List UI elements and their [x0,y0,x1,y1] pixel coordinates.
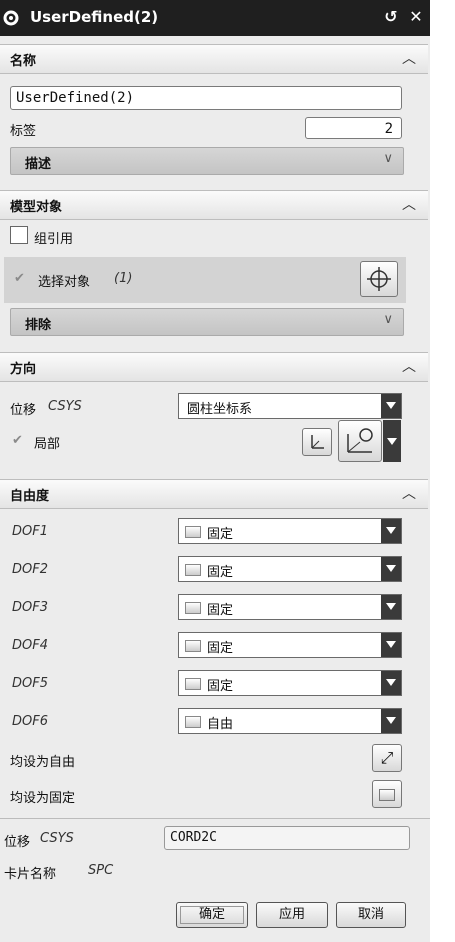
cancel-button-label: 取消 [357,907,384,922]
description-label: 描述 [25,157,52,172]
select-object-row[interactable]: ✔ 选择对象 (1) [4,257,406,303]
dropdown-arrow-icon[interactable] [381,671,401,695]
csys-dialog-button[interactable] [302,428,332,456]
section-header-direction[interactable]: 方向 ︿ [0,352,428,382]
csys-sub-label: CSYS [48,399,82,414]
section-header-model-object[interactable]: 模型对象 ︿ [0,190,428,220]
dof-select-value: 固定 [207,679,234,694]
footer-csys-label: 位移 [4,835,31,850]
dof-label: DOF1 [12,524,48,539]
section-title: 模型对象 [10,200,63,215]
dropdown-arrow-icon[interactable] [381,519,401,543]
csys-select-value: 圆柱坐标系 [187,402,253,417]
dof-select-value: 固定 [207,641,234,656]
card-name-value: SPC [88,863,114,878]
dof-select-value: 固定 [207,603,234,618]
dof-label: DOF3 [12,600,48,615]
dropdown-arrow-icon[interactable] [381,633,401,657]
chevron-down-icon: ∨ [383,312,393,327]
dof-select[interactable]: 固定 [178,632,402,658]
select-object-count: (1) [114,271,133,286]
dof-label: DOF2 [12,562,48,577]
all-free-label: 均设为自由 [10,755,76,770]
dialog: UserDefined(2) ↺ ✕ 名称 ︿ UserDefined(2) 标… [0,0,430,942]
close-icon[interactable]: ✕ [405,6,427,28]
cylindrical-csys-icon [347,428,373,453]
dof-select[interactable]: 固定 [178,670,402,696]
dropdown-arrow-icon[interactable] [381,595,401,619]
dof-select-value: 固定 [207,527,234,542]
section-header-name[interactable]: 名称 ︿ [0,44,428,74]
section-title: 名称 [10,54,37,69]
check-icon: ✔ [14,271,25,286]
cancel-button[interactable]: 取消 [336,902,406,928]
title-bar: UserDefined(2) ↺ ✕ [0,0,430,36]
tag-input[interactable]: 2 [305,117,402,139]
chevron-up-icon[interactable]: ︿ [398,356,420,376]
free-icon: ⤢ [380,748,394,767]
footer-csys-sub: CSYS [40,831,74,846]
dof-select[interactable]: 自由 [178,708,402,734]
window-title: UserDefined(2) [30,8,159,26]
section-header-dof[interactable]: 自由度 ︿ [0,479,428,509]
card-name-label: 卡片名称 [4,867,57,882]
free-icon [185,716,201,728]
fixed-icon [185,640,201,652]
check-icon: ✔ [12,433,23,448]
fixed-icon [185,678,201,690]
dof-select[interactable]: 固定 [178,556,402,582]
chevron-up-icon[interactable]: ︿ [398,483,420,503]
background-margin [430,0,455,942]
csys-label: 位移 [10,403,37,418]
dropdown-arrow-icon[interactable] [381,709,401,733]
chevron-up-icon[interactable]: ︿ [398,48,420,68]
dof-label: DOF4 [12,638,48,653]
chevron-up-icon[interactable]: ︿ [398,194,420,214]
dof-label: DOF5 [12,676,48,691]
dropdown-arrow-icon[interactable] [381,557,401,581]
dof-select-value: 自由 [207,717,234,732]
crosshair-icon [367,267,391,291]
group-ref-checkbox[interactable] [10,226,28,244]
description-toggle[interactable]: 描述 ∨ [10,147,404,175]
cylindrical-csys-button[interactable] [338,420,382,462]
gear-icon[interactable] [2,9,20,27]
dof-label: DOF6 [12,714,48,729]
exclude-label: 排除 [25,318,52,333]
dropdown-arrow-icon[interactable] [383,420,401,462]
all-fixed-button[interactable] [372,780,402,808]
dof-select[interactable]: 固定 [178,594,402,620]
ok-button-label: 确定 [180,906,244,924]
fixed-icon [185,526,201,538]
reset-icon[interactable]: ↺ [380,6,402,28]
csys-select[interactable]: 圆柱坐标系 [178,393,402,419]
select-crosshair-button[interactable] [360,261,398,297]
dof-select-value: 固定 [207,565,234,580]
csys-icon [311,435,324,449]
ok-button[interactable]: 确定 [176,902,248,928]
all-fixed-label: 均设为固定 [10,791,76,806]
exclude-toggle[interactable]: 排除 ∨ [10,308,404,336]
section-title: 自由度 [10,489,50,504]
local-label: 局部 [34,437,61,452]
group-ref-label: 组引用 [34,232,74,247]
dropdown-arrow-icon[interactable] [381,394,401,418]
section-title: 方向 [10,362,37,377]
all-free-button[interactable]: ⤢ [372,744,402,772]
fixed-icon [185,564,201,576]
fixed-icon [185,602,201,614]
dof-select[interactable]: 固定 [178,518,402,544]
apply-button-label: 应用 [278,907,305,922]
apply-button[interactable]: 应用 [256,902,328,928]
tag-label: 标签 [10,124,37,139]
chevron-down-icon: ∨ [383,151,393,166]
fixed-icon [379,789,395,801]
select-object-label: 选择对象 [38,275,91,290]
name-input[interactable]: UserDefined(2) [10,86,402,110]
footer-csys-value: CORD2C [164,826,410,850]
